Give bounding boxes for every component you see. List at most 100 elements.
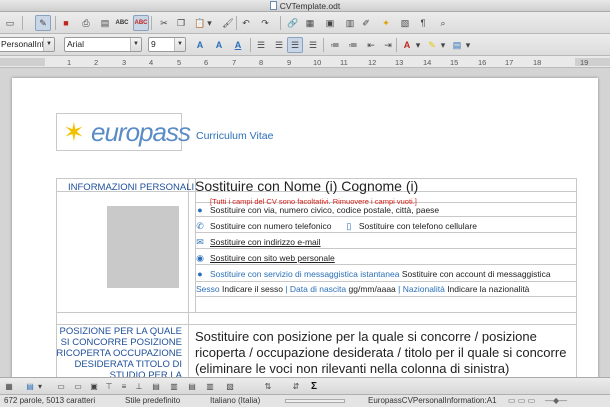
personal-info-heading[interactable]: INFORMAZIONI PERSONALI [68,182,194,193]
details-line[interactable]: Sesso Indicare il sesso | Data di nascit… [196,284,529,294]
shadow-icon[interactable]: A [211,37,227,53]
navigator-icon[interactable]: ✦ [378,15,394,31]
font-size-value: 9 [151,39,156,49]
new-icon[interactable]: ▭ [2,15,18,31]
chart-icon[interactable]: ▥ [342,15,358,31]
word-count[interactable]: 672 parole, 5013 caratteri [4,395,95,407]
background-color-icon[interactable]: ▤ [24,380,36,392]
email-icon: ✉ [196,237,204,247]
copy-icon[interactable]: ❐ [173,15,189,31]
font-color-icon[interactable]: A [399,37,415,53]
table-icon[interactable]: ▦ [302,15,318,31]
chevron-down-icon[interactable]: ▾ [205,15,214,31]
sort-ascending-icon[interactable]: ⇵ [290,380,302,392]
cut-icon[interactable]: ✂ [156,15,172,31]
insert-rows-icon[interactable]: ▤ [150,380,162,392]
bullets-icon[interactable]: ≔ [345,37,361,53]
numbering-icon[interactable]: ≔ [327,37,343,53]
insert-image-icon[interactable]: ▣ [322,15,338,31]
horizontal-ruler[interactable]: 1 2 3 4 5 6 7 8 9 10 11 12 13 14 15 16 1… [0,56,610,68]
document-page[interactable]: ✶ europass Curriculum Vitae INFORMAZIONI… [12,78,598,377]
draw-functions-icon[interactable]: ✐ [358,15,374,31]
ruler-tick: 14 [423,58,432,67]
sort-icon[interactable]: ⇅ [262,380,274,392]
insert-columns-icon[interactable]: ▥ [168,380,180,392]
page-style[interactable]: Stile predefinito [125,395,180,407]
dob-label: Data di nascita [289,284,347,294]
delete-columns-icon[interactable]: ▥ [204,380,216,392]
table-icon[interactable]: ▦ [3,380,15,392]
table-border [195,248,576,249]
ruler-tick: 11 [340,58,348,67]
view-layout-icon[interactable]: ▭ ▭ ▭ [508,395,535,407]
hyperlink-icon[interactable]: 🔗 [285,15,301,31]
align-bottom-icon[interactable]: ⊥ [133,380,145,392]
clone-formatting-icon[interactable]: 🖌 [220,15,236,31]
delete-rows-icon[interactable]: ▤ [186,380,198,392]
position-heading[interactable]: POSIZIONE PER LA QUALE SI CONCORRE POSIZ… [52,326,182,377]
chevron-down-icon[interactable]: ▾ [414,37,422,53]
phone-text: Sostituire con numero telefonico [210,221,332,231]
formatting-marks-icon[interactable]: ¶ [415,15,431,31]
website-text: Sostituire con sito web personale [210,253,335,263]
spellcheck-icon[interactable]: ABC [114,15,130,31]
email-line[interactable]: ✉ Sostituire con indirizzo e-mail [195,237,321,248]
redo-icon[interactable]: ↷ [257,15,273,31]
zoom-slider[interactable] [285,399,345,403]
messaging-line[interactable]: ● Sostituire con servizio di messaggistic… [195,269,550,279]
optimize-icon[interactable]: ▧ [224,380,236,392]
align-top-icon[interactable]: ⊤ [103,380,115,392]
email-text: Sostituire con indirizzo e-mail [210,237,321,247]
align-right-icon[interactable]: ☰ [287,37,303,53]
photo-placeholder[interactable] [107,206,179,288]
print-icon[interactable]: ⎙ [78,15,94,31]
website-line[interactable]: ◉ Sostituire con sito web personale [195,253,335,264]
align-center-icon[interactable]: ☰ [271,37,287,53]
font-size-select[interactable]: 9 ▼ [148,37,186,52]
ruler-tick: 12 [368,58,377,67]
indent-decrease-icon[interactable]: ⇤ [363,37,379,53]
export-pdf-icon[interactable]: ■ [58,15,74,31]
print-preview-icon[interactable]: ▤ [97,15,113,31]
separator [22,16,23,30]
ruler-tick: 3 [122,58,127,67]
table-border [195,296,576,297]
language[interactable]: Italiano (Italia) [210,395,260,407]
zoom-slider-icon[interactable]: —◆— [545,395,567,407]
merge-cells-icon[interactable]: ▭ [55,380,67,392]
ruler-tick: 5 [177,58,182,67]
fontwork-icon[interactable]: A [192,37,208,53]
autospellcheck-icon[interactable]: ABC [133,15,149,31]
align-middle-icon[interactable]: ≡ [118,380,130,392]
outline-icon[interactable]: A [230,37,246,53]
zoom-icon[interactable]: ⌕ [435,15,451,31]
table-border [195,232,576,233]
justify-icon[interactable]: ☰ [305,37,321,53]
chevron-down-icon[interactable]: ▾ [439,37,447,53]
undo-icon[interactable]: ↶ [238,15,254,31]
paragraph-style-select[interactable]: PersonalInfoH ▼ [0,37,55,52]
ruler-tick: 18 [533,58,542,67]
phone-icon: ✆ [196,221,204,231]
font-name-select[interactable]: Arial ▼ [64,37,142,52]
indent-increase-icon[interactable]: ⇥ [380,37,396,53]
background-color-icon[interactable]: ▤ [449,37,465,53]
gallery-icon[interactable]: ▧ [397,15,413,31]
ruler-tick: 2 [94,58,99,67]
edit-file-icon[interactable]: ✎ [35,15,51,31]
split-cells-icon[interactable]: ▭ [72,380,84,392]
address-line[interactable]: ● Sostituire con via, numero civico, codi… [195,205,439,215]
chevron-down-icon[interactable]: ▾ [36,380,44,392]
chevron-down-icon[interactable]: ▾ [464,37,472,53]
document-workspace[interactable]: ✶ europass Curriculum Vitae INFORMAZIONI… [0,68,610,377]
align-left-icon[interactable]: ☰ [253,37,269,53]
position-text[interactable]: Sostituire con posizione per la quale si… [195,329,577,377]
borders-icon[interactable]: ▣ [88,380,100,392]
highlighting-icon[interactable]: ✎ [424,37,440,53]
phone-line[interactable]: ✆ Sostituire con numero telefonico ▯ Sosti… [195,221,477,232]
globe-icon: ◉ [196,253,204,263]
ruler-tick: 16 [478,58,487,67]
sum-icon[interactable]: Σ [308,380,320,392]
name-placeholder[interactable]: Sostituire con Nome (i) Cognome (i) [195,178,418,194]
table-border [56,178,57,324]
